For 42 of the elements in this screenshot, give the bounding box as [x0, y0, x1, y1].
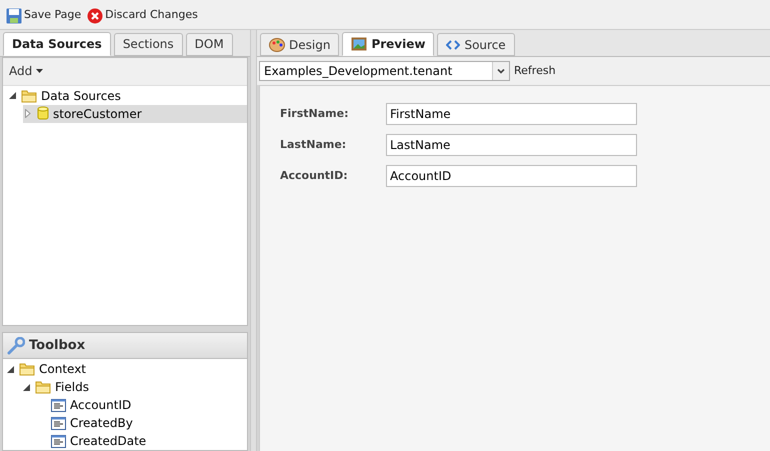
caret-icon [36, 69, 44, 74]
tree-item[interactable]: Context [5, 360, 247, 378]
tree-item[interactable]: Data Sources [7, 86, 247, 105]
field-icon [51, 416, 66, 430]
tab[interactable]: Data Sources [3, 32, 111, 56]
chevron-down-icon [497, 68, 505, 74]
folder-icon [21, 88, 37, 103]
tree-item[interactable]: CreatedBy [37, 414, 247, 432]
expanded-arrow-icon[interactable] [22, 384, 30, 390]
database-icon [37, 106, 49, 122]
expanded-arrow-icon[interactable] [8, 92, 16, 100]
text-field[interactable]: LastName [386, 134, 637, 156]
code-icon [446, 40, 460, 50]
tenant-select[interactable]: Examples_Development.tenant [259, 61, 510, 81]
close-icon [87, 8, 104, 24]
tab[interactable]: Sections [114, 32, 183, 56]
field-label: LastName: [280, 136, 348, 153]
text-field[interactable]: AccountID [386, 165, 637, 187]
text-field[interactable]: FirstName [386, 103, 637, 125]
add-menu[interactable]: Add [9, 62, 44, 80]
save-button[interactable]: Save Page [6, 7, 82, 24]
field-icon [51, 434, 66, 448]
folder-icon [35, 380, 51, 394]
field-label: AccountID: [280, 168, 349, 184]
panel-title: Toolbox [29, 336, 86, 355]
discard-button[interactable]: Discard Changes [87, 7, 198, 24]
tab[interactable]: DOM [186, 32, 233, 56]
tab[interactable]: Preview [342, 32, 434, 56]
tree-item[interactable]: CreatedDate [37, 432, 247, 450]
collapsed-arrow-icon[interactable] [25, 109, 31, 118]
tab[interactable]: Source [437, 33, 515, 56]
refresh-button[interactable]: Refresh [514, 62, 556, 80]
tree-item[interactable]: Fields [21, 378, 247, 396]
folder-icon [19, 362, 35, 376]
tab[interactable]: Design [260, 33, 340, 56]
field-icon [51, 398, 66, 412]
palette-icon [269, 38, 285, 52]
picture-frame-icon [351, 37, 368, 51]
tree-item[interactable]: storeCustomer [23, 104, 247, 123]
tree-item[interactable]: AccountID [37, 396, 247, 414]
expanded-arrow-icon[interactable] [6, 366, 14, 372]
field-label: FirstName: [280, 106, 350, 122]
